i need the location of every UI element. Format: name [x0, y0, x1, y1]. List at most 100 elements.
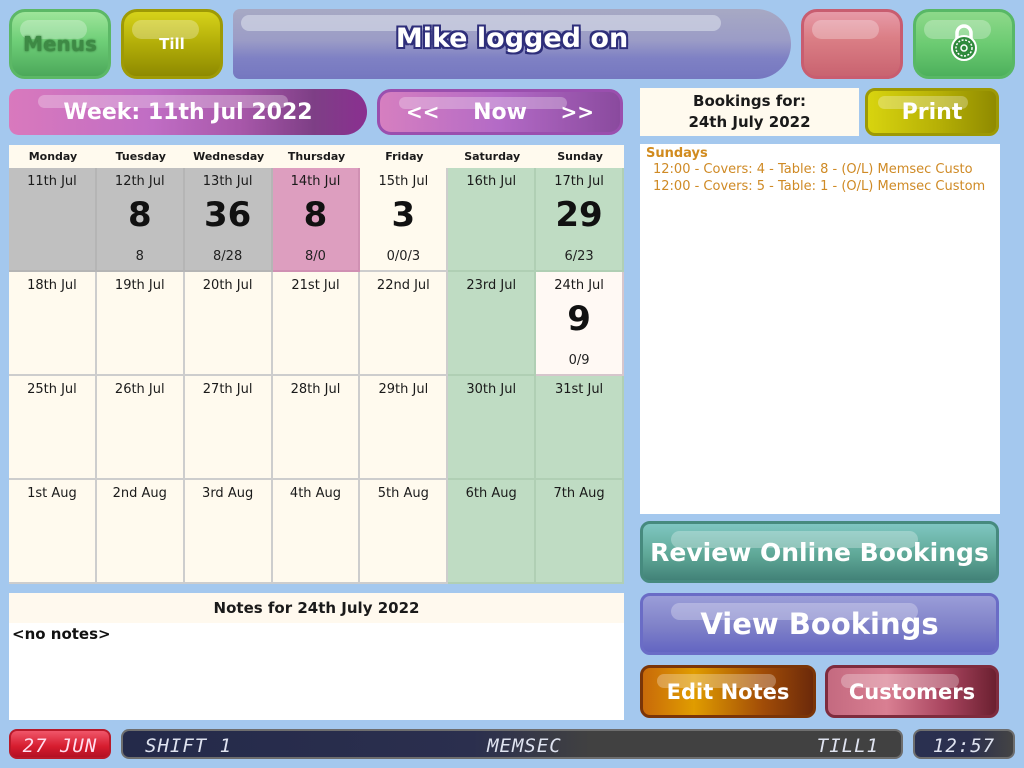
day-date: 3rd Aug: [202, 486, 254, 501]
calendar-day-cell[interactable]: 24th Jul 9 0/9: [536, 272, 624, 376]
edit-notes-label: Edit Notes: [666, 679, 790, 704]
day-covers-breakdown: 0/9: [568, 353, 590, 368]
day-covers-breakdown: 6/23: [564, 249, 594, 264]
print-button[interactable]: Print: [865, 88, 999, 136]
calendar-day-cell[interactable]: 3rd Aug: [184, 480, 273, 584]
day-date: 17th Jul: [554, 174, 604, 189]
review-online-bookings-button[interactable]: Review Online Bookings: [640, 521, 999, 583]
day-date: 6th Aug: [465, 486, 517, 501]
calendar-day-cell[interactable]: 18th Jul: [9, 272, 97, 376]
day-booking-count: 3: [391, 195, 416, 235]
bookings-list[interactable]: Sundays 12:00 - Covers: 4 - Table: 8 - (O…: [640, 144, 1000, 514]
booking-entry[interactable]: 12:00 - Covers: 5 - Table: 1 - (O/L) Mem…: [646, 178, 994, 195]
weekday-saturday: Saturday: [464, 150, 521, 163]
bookings-for-heading: Bookings for: 24th July 2022: [640, 88, 859, 136]
customers-label: Customers: [848, 679, 976, 704]
calendar-day-cell[interactable]: 14th Jul 8 8/0: [272, 168, 361, 272]
booking-group-heading: Sundays: [646, 146, 708, 161]
calendar-day-cell[interactable]: 20th Jul: [184, 272, 273, 376]
day-covers-breakdown: 8/28: [213, 249, 243, 264]
calendar-day-cell[interactable]: 1st Aug: [9, 480, 97, 584]
day-date: 5th Aug: [377, 486, 429, 501]
calendar-day-cell[interactable]: 23rd Jul: [448, 272, 537, 376]
weekday-wednesday: Wednesday: [193, 150, 265, 163]
calendar-grid: 11th Jul 12th Jul 8 8 13th Jul 36 8/28 14th Jul…: [9, 168, 624, 584]
weekday-sunday: Sunday: [557, 150, 603, 163]
view-bookings-label: View Bookings: [700, 607, 939, 641]
next-week-button[interactable]: >>: [560, 100, 594, 124]
notes-heading: Notes for 24th July 2022: [9, 593, 624, 623]
day-booking-count: 9: [567, 299, 591, 339]
status-bar: SHIFT 1 MEMSEC TILL1: [121, 729, 903, 759]
status-time: 12:57: [913, 729, 1015, 759]
logged-on-title: Mike logged on: [395, 23, 629, 54]
day-date: 29th Jul: [378, 382, 429, 397]
weekday-friday: Friday: [385, 150, 424, 163]
day-covers-breakdown: 0/0/3: [386, 249, 421, 264]
day-date: 16th Jul: [466, 174, 517, 189]
view-bookings-button[interactable]: View Bookings: [640, 593, 999, 655]
day-date: 4th Aug: [289, 486, 342, 501]
lock-button[interactable]: [913, 9, 1015, 79]
calendar-day-cell[interactable]: 19th Jul: [96, 272, 185, 376]
day-booking-count: 36: [203, 195, 252, 235]
calendar-day-cell[interactable]: 12th Jul 8 8: [96, 168, 185, 272]
calendar-day-cell[interactable]: 21st Jul: [272, 272, 361, 376]
day-date: 25th Jul: [27, 382, 77, 397]
till-button[interactable]: Till: [121, 9, 223, 79]
day-date: 20th Jul: [202, 278, 253, 293]
day-date: 1st Aug: [27, 486, 77, 501]
day-date: 26th Jul: [114, 382, 165, 397]
edit-notes-button[interactable]: Edit Notes: [640, 665, 816, 718]
calendar-day-cell[interactable]: 15th Jul 3 0/0/3: [360, 168, 449, 272]
day-covers-breakdown: 8: [135, 249, 144, 264]
calendar-day-cell[interactable]: 5th Aug: [360, 480, 449, 584]
day-date: 12th Jul: [114, 174, 165, 189]
week-label-text: Week: 11th Jul 2022: [63, 99, 313, 125]
calendar-day-cell[interactable]: 25th Jul: [9, 376, 97, 480]
blank-red-button[interactable]: [801, 9, 903, 79]
customers-button[interactable]: Customers: [825, 665, 999, 718]
day-date: 30th Jul: [466, 382, 517, 397]
day-booking-count: 29: [555, 195, 603, 235]
calendar-day-cell[interactable]: 28th Jul: [272, 376, 361, 480]
calendar: Monday Tuesday Wednesday Thursday Friday Satu…: [9, 145, 624, 584]
weekday-thursday: Thursday: [287, 150, 346, 163]
calendar-day-cell[interactable]: 7th Aug: [536, 480, 624, 584]
calendar-day-cell[interactable]: 31st Jul: [536, 376, 624, 480]
day-date: 23rd Jul: [466, 278, 517, 293]
day-date: 7th Aug: [553, 486, 605, 501]
calendar-day-cell[interactable]: 29th Jul: [360, 376, 449, 480]
calendar-day-cell[interactable]: 13th Jul 36 8/28: [184, 168, 273, 272]
calendar-day-cell[interactable]: 30th Jul: [448, 376, 537, 480]
weekday-monday: Monday: [28, 150, 78, 163]
calendar-day-cell[interactable]: 6th Aug: [448, 480, 537, 584]
bookings-for-date: 24th July 2022: [688, 113, 811, 131]
day-date: 27th Jul: [202, 382, 253, 397]
now-button[interactable]: Now: [473, 100, 527, 125]
day-date: 21st Jul: [291, 278, 340, 293]
day-date: 31st Jul: [554, 382, 604, 397]
calendar-day-cell[interactable]: 17th Jul 29 6/23: [536, 168, 624, 272]
till-label: Till: [159, 35, 185, 53]
day-date: 22nd Jul: [376, 278, 430, 293]
menus-label: Menus: [23, 32, 97, 56]
calendar-day-cell[interactable]: 4th Aug: [272, 480, 361, 584]
day-date: 19th Jul: [114, 278, 165, 293]
booking-entry[interactable]: 12:00 - Covers: 4 - Table: 8 - (O/L) Mem…: [646, 161, 994, 178]
calendar-day-cell[interactable]: 26th Jul: [96, 376, 185, 480]
calendar-day-cell[interactable]: 2nd Aug: [96, 480, 185, 584]
bookings-for-label: Bookings for:: [693, 92, 806, 110]
day-date: 28th Jul: [290, 382, 341, 397]
weekday-tuesday: Tuesday: [115, 150, 166, 163]
day-covers-breakdown: 8/0: [305, 249, 326, 264]
calendar-day-cell[interactable]: 27th Jul: [184, 376, 273, 480]
calendar-day-cell[interactable]: 11th Jul: [9, 168, 97, 272]
calendar-day-cell[interactable]: 16th Jul: [448, 168, 537, 272]
previous-week-button[interactable]: <<: [406, 100, 440, 124]
review-online-bookings-label: Review Online Bookings: [650, 537, 989, 567]
day-date: 18th Jul: [27, 278, 77, 293]
day-date: 2nd Aug: [112, 486, 167, 501]
calendar-day-cell[interactable]: 22nd Jul: [360, 272, 449, 376]
menus-button[interactable]: Menus: [9, 9, 111, 79]
